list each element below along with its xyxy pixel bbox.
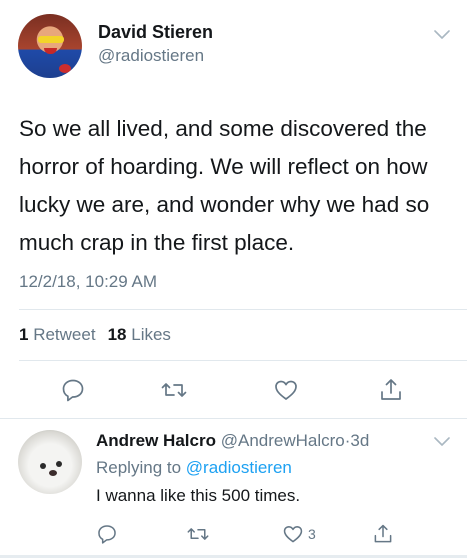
reply-text: I wanna like this 500 times. [96, 486, 301, 505]
reply-author-avatar[interactable] [18, 430, 82, 494]
author-handle[interactable]: @radiostieren [98, 46, 204, 66]
author-avatar[interactable] [18, 14, 82, 78]
reply-button[interactable] [96, 520, 118, 548]
retweet-count: 1 [19, 325, 29, 344]
author-name[interactable]: David Stieren [98, 22, 213, 43]
share-icon [374, 524, 392, 543]
tweet-timestamp[interactable]: 12/2/18, 10:29 AM [19, 272, 157, 292]
retweet-label: Retweet [33, 325, 96, 344]
share-icon [381, 379, 401, 400]
tweet-stats: 1 Retweet 18 Likes [19, 325, 171, 345]
like-button[interactable]: 3 [282, 520, 316, 548]
like-button[interactable] [273, 376, 299, 404]
avatar-mouth [44, 48, 57, 54]
section-divider [0, 418, 467, 419]
like-label: Likes [131, 325, 171, 344]
avatar-glasses [38, 36, 64, 43]
avatar-eye [56, 461, 62, 467]
avatar-nose [49, 470, 57, 476]
reply-like-count: 3 [308, 526, 316, 542]
divider [19, 309, 467, 310]
reply-actions: 3 [0, 520, 467, 548]
share-button[interactable] [378, 376, 404, 404]
avatar-eye [40, 463, 46, 469]
chevron-down-icon[interactable] [434, 30, 450, 40]
reply-author-handle[interactable]: @AndrewHalcro [221, 431, 345, 450]
reply-icon [98, 525, 116, 544]
replying-to-link[interactable]: @radiostieren [186, 458, 292, 477]
reply-author-name[interactable]: Andrew Halcro [96, 431, 216, 450]
reply-age[interactable]: 3d [350, 431, 369, 450]
retweet-button[interactable] [186, 520, 210, 548]
share-button[interactable] [372, 520, 394, 548]
like-count: 18 [107, 325, 127, 344]
replying-prefix: Replying to [96, 458, 182, 477]
tweet-text: So we all lived, and some discovered the… [19, 116, 430, 255]
replying-to-line: Replying to @radiostieren [96, 458, 292, 478]
reply-icon [62, 379, 84, 402]
heart-icon [283, 526, 303, 543]
reply-header: Andrew Halcro @AndrewHalcro·3d [96, 431, 369, 451]
likes-stat[interactable]: 18 Likes [108, 325, 171, 344]
retweet-icon [187, 528, 209, 540]
divider [19, 360, 467, 361]
tweet-actions [0, 376, 467, 404]
avatar-shirt-logo [59, 64, 71, 73]
heart-icon [275, 380, 297, 400]
reply-button[interactable] [60, 376, 86, 404]
tweet-detail-page: David Stieren @radiostieren So we all li… [0, 0, 467, 558]
retweet-icon [161, 383, 187, 397]
retweets-stat[interactable]: 1 Retweet [19, 325, 96, 344]
retweet-button[interactable] [160, 376, 188, 404]
chevron-down-icon[interactable] [434, 437, 450, 447]
